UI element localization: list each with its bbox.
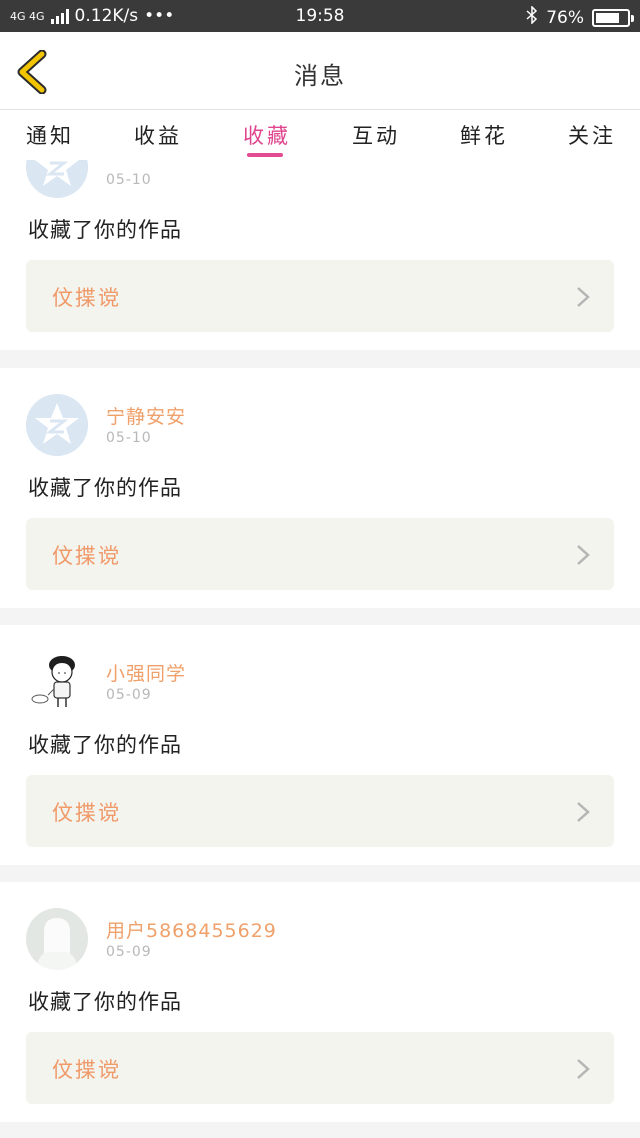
action-text: 收藏了你的作品 bbox=[28, 218, 182, 242]
action-text: 收藏了你的作品 bbox=[28, 990, 182, 1014]
tab-earnings[interactable]: 收益 bbox=[134, 120, 182, 150]
list-item: 05-10 收藏了你的作品 伩揲谠 bbox=[0, 160, 640, 350]
chevron-right-icon bbox=[577, 802, 590, 822]
message-date: 05-10 bbox=[106, 430, 152, 446]
avatar[interactable] bbox=[26, 651, 88, 713]
work-link[interactable]: 伩揲谠 bbox=[26, 260, 614, 332]
cartoon-boy-icon bbox=[26, 651, 88, 713]
user-name[interactable]: 宁静安安 bbox=[106, 402, 186, 429]
bluetooth-icon bbox=[526, 5, 538, 29]
list-item: 小强同学 05-09 收藏了你的作品 伩揲谠 bbox=[0, 625, 640, 865]
qzone-star-icon bbox=[26, 394, 88, 456]
avatar[interactable] bbox=[26, 908, 88, 970]
list-item: 用户5868455629 05-09 收藏了你的作品 伩揲谠 bbox=[0, 882, 640, 1122]
battery-icon bbox=[592, 8, 634, 27]
avatar[interactable] bbox=[26, 394, 88, 456]
status-bar: 4G 4G 0.12K/s ••• 19:58 76% bbox=[0, 0, 640, 32]
message-date: 05-09 bbox=[106, 944, 152, 960]
avatar[interactable] bbox=[26, 160, 88, 198]
tab-flowers[interactable]: 鲜花 bbox=[460, 120, 508, 150]
tab-active-indicator bbox=[247, 153, 283, 157]
default-avatar-icon bbox=[26, 908, 88, 970]
tab-interactions[interactable]: 互动 bbox=[352, 120, 400, 150]
message-date: 05-09 bbox=[106, 687, 152, 703]
work-title: 伩揲谠 bbox=[52, 1058, 121, 1082]
work-title: 伩揲谠 bbox=[52, 544, 121, 568]
battery-fill bbox=[596, 12, 619, 23]
header: 消息 bbox=[0, 32, 640, 110]
work-link[interactable]: 伩揲谠 bbox=[26, 775, 614, 847]
action-text: 收藏了你的作品 bbox=[28, 733, 182, 757]
work-link[interactable]: 伩揲谠 bbox=[26, 1032, 614, 1104]
work-link[interactable]: 伩揲谠 bbox=[26, 518, 614, 590]
work-title: 伩揲谠 bbox=[52, 286, 121, 310]
list-item: 宁静安安 05-10 收藏了你的作品 伩揲谠 bbox=[0, 368, 640, 608]
page-title: 消息 bbox=[294, 62, 346, 90]
user-name[interactable]: 小强同学 bbox=[106, 659, 186, 686]
message-date: 05-10 bbox=[106, 172, 152, 188]
work-title: 伩揲谠 bbox=[52, 801, 121, 825]
qzone-star-icon bbox=[26, 160, 88, 198]
chevron-right-icon bbox=[577, 545, 590, 565]
chevron-right-icon bbox=[577, 1059, 590, 1079]
message-list[interactable]: 05-10 收藏了你的作品 伩揲谠 宁静安安 05-10 收藏了你的作品 伩揲谠 bbox=[0, 160, 640, 1138]
tab-bar: 通知 收益 收藏 互动 鲜花 关注 bbox=[0, 110, 640, 160]
tab-favorites[interactable]: 收藏 bbox=[243, 120, 291, 150]
status-right: 76% bbox=[526, 5, 634, 29]
action-text: 收藏了你的作品 bbox=[28, 476, 182, 500]
tab-following[interactable]: 关注 bbox=[568, 120, 616, 150]
chevron-right-icon bbox=[577, 287, 590, 307]
tab-notifications[interactable]: 通知 bbox=[26, 120, 74, 150]
user-name[interactable]: 用户5868455629 bbox=[106, 916, 277, 943]
battery-percent: 76% bbox=[546, 7, 584, 28]
